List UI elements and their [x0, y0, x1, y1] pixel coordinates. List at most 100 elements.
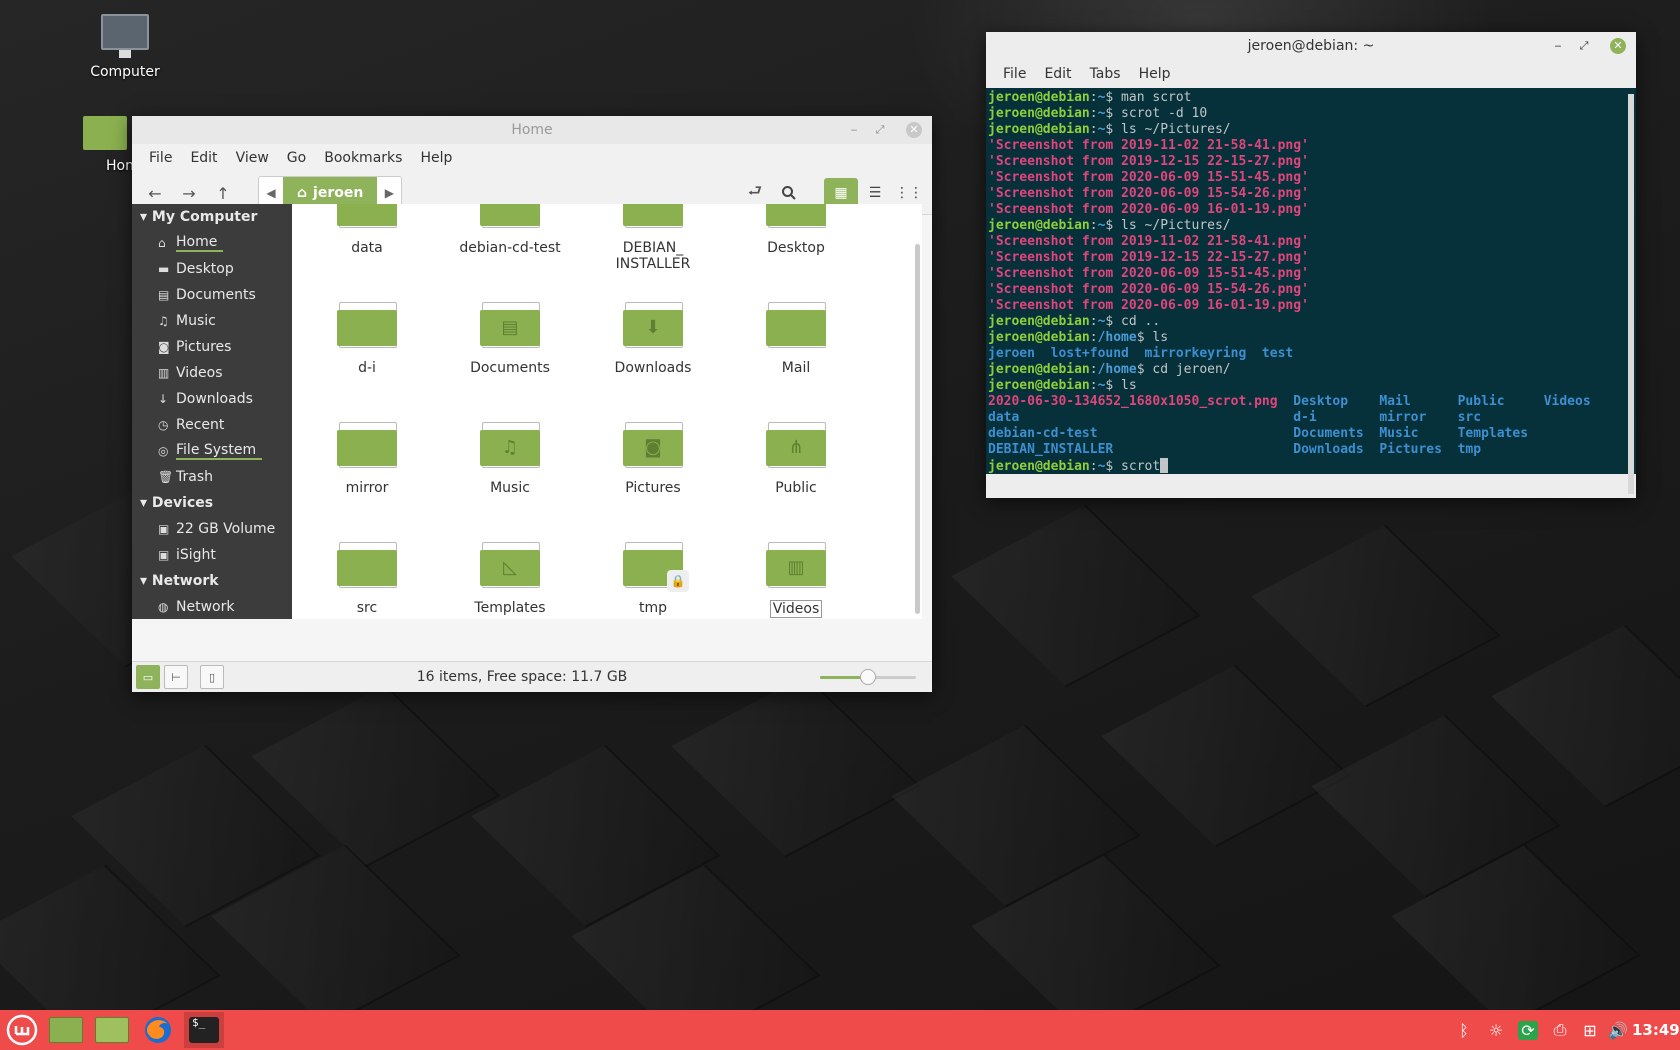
update-manager-button[interactable]: ☼	[1482, 1010, 1510, 1050]
sidebar-item-downloads[interactable]: ↓ Downloads	[132, 386, 292, 412]
sidebar-item-documents[interactable]: ▤ Documents	[132, 282, 292, 308]
home-folder-icon	[83, 116, 127, 150]
folder-icon	[623, 204, 683, 228]
file-item[interactable]: ▤ Documents	[440, 302, 580, 376]
maximize-button[interactable]: ⤢	[872, 122, 888, 138]
folder-icon: ▥	[766, 542, 826, 588]
file-item[interactable]: ▥ Videos	[726, 542, 866, 618]
file-item[interactable]: src	[297, 542, 437, 616]
sidebar-section-header[interactable]: ▾ My Computer	[132, 204, 292, 230]
show-tree-button[interactable]: ⊢	[164, 665, 188, 689]
file-item[interactable]: Mail	[726, 302, 866, 376]
network-button[interactable]: ⊞	[1576, 1010, 1604, 1050]
file-item[interactable]: Desktop	[726, 204, 866, 256]
terminal-launcher[interactable]: $_	[184, 1012, 224, 1048]
file-item[interactable]: ⬇ Downloads	[583, 302, 723, 376]
file-item[interactable]: d-i	[297, 302, 437, 376]
terminal-scrollbar[interactable]	[1628, 94, 1634, 494]
terminal-line: 'Screenshot from 2019-11-02 21-58-41.png…	[988, 234, 1634, 250]
menu-view[interactable]: View	[227, 150, 278, 166]
hide-sidebar-button[interactable]: ▯	[200, 665, 224, 689]
file-item[interactable]: DEBIAN_ INSTALLER	[583, 204, 723, 272]
sidebar-section-header[interactable]: ▾ Devices	[132, 490, 292, 516]
file-item[interactable]: ⋔ Public	[726, 422, 866, 496]
sidebar-item-network[interactable]: ◍ Network	[132, 594, 292, 619]
terminal-text: /home	[1097, 330, 1137, 345]
menu-go[interactable]: Go	[278, 150, 315, 166]
file-item[interactable]: 🔒 tmp	[583, 542, 723, 616]
path-left-button[interactable]: ◀	[259, 186, 283, 200]
menu-button[interactable]	[2, 1012, 42, 1048]
file-item[interactable]: ◺ Templates	[440, 542, 580, 616]
breadcrumb-label: jeroen	[313, 185, 364, 201]
file-view[interactable]: data debian-cd-test DEBIAN_ INSTALLER Deskt…	[292, 204, 922, 619]
sidebar-item-file-system[interactable]: ◎ File System	[132, 438, 292, 464]
clock[interactable]: 13:49	[1632, 1010, 1680, 1050]
maximize-button[interactable]: ⤢	[1576, 38, 1592, 54]
close-button[interactable]: ✕	[906, 122, 922, 138]
sidebar-item-22-gb-volume[interactable]: ▣ 22 GB Volume	[132, 516, 292, 542]
bluetooth-button[interactable]: ᛒ	[1450, 1010, 1478, 1050]
sidebar-section-header[interactable]: ▾ Network	[132, 568, 292, 594]
menu-tabs[interactable]: Tabs	[1081, 66, 1130, 82]
file-item[interactable]: ◙ Pictures	[583, 422, 723, 496]
sidebar-item-recent[interactable]: ◷ Recent	[132, 412, 292, 438]
file-item[interactable]: data	[297, 204, 437, 256]
terminal-window: jeroen@debian: ~ ‒ ⤢ ✕ File Edit Tabs Help …	[986, 32, 1636, 498]
search-icon	[782, 186, 796, 200]
menu-edit[interactable]: Edit	[181, 150, 226, 166]
sidebar-item-home[interactable]: ⌂ Home	[132, 230, 292, 256]
file-item-label: debian-cd-test	[459, 240, 561, 256]
terminal-text: DEBIAN_INSTALLER Downloads Pictures tmp	[988, 442, 1482, 457]
file-manager-launcher[interactable]	[92, 1012, 132, 1048]
minimize-button[interactable]: ‒	[846, 122, 862, 138]
sidebar-item-trash[interactable]: 🗑 Trash	[132, 464, 292, 490]
firefox-launcher[interactable]	[138, 1012, 178, 1048]
close-button[interactable]: ✕	[1610, 38, 1626, 54]
path-right-button[interactable]: ▶	[377, 186, 401, 200]
show-places-button[interactable]: ▭	[136, 665, 160, 689]
sidebar-item-videos[interactable]: ▥ Videos	[132, 360, 292, 386]
sidebar-item-desktop[interactable]: ▬ Desktop	[132, 256, 292, 282]
desktop-home-shortcut[interactable]: Hon	[70, 116, 140, 174]
window-titlebar[interactable]: jeroen@debian: ~ ‒ ⤢ ✕	[986, 32, 1636, 60]
minimize-button[interactable]: ‒	[1550, 38, 1566, 54]
volume-button[interactable]: 🔊	[1604, 1010, 1632, 1050]
file-item[interactable]: ♫ Music	[440, 422, 580, 496]
text-cursor	[1160, 458, 1169, 473]
terminal-output[interactable]: jeroen@debian:~$ man scrot jeroen@debian:…	[986, 88, 1636, 474]
folder-icon: ◙	[623, 422, 683, 468]
file-item[interactable]: debian-cd-test	[440, 204, 580, 256]
terminal-text: 'Screenshot from 2020-06-09 16-01-19.png…	[988, 298, 1309, 313]
recent-icon: ◷	[158, 418, 169, 432]
menu-edit[interactable]: Edit	[1035, 66, 1080, 82]
sidebar-item-pictures[interactable]: ◙ Pictures	[132, 334, 292, 360]
location-entry-icon: ⮐	[747, 180, 763, 200]
menu-file[interactable]: File	[994, 66, 1035, 82]
file-item[interactable]: mirror	[297, 422, 437, 496]
menu-file[interactable]: File	[140, 150, 181, 166]
sidebar-item-isight[interactable]: ▣ iSight	[132, 542, 292, 568]
zoom-slider[interactable]	[820, 667, 916, 687]
printer-button[interactable]: ⎙	[1546, 1010, 1574, 1050]
sidebar-item-label: Recent	[176, 417, 225, 433]
zoom-slider-handle[interactable]	[860, 669, 876, 685]
sidebar-item-music[interactable]: ♫ Music	[132, 308, 292, 334]
menu-help[interactable]: Help	[1130, 66, 1180, 82]
window-titlebar[interactable]: Home ‒ ⤢ ✕	[132, 116, 932, 144]
documents-icon: ▤	[158, 288, 170, 302]
folder-icon: ⋔	[766, 422, 826, 468]
menu-bookmarks[interactable]: Bookmarks	[315, 150, 411, 166]
file-item-label: Music	[490, 480, 530, 496]
terminal-text: :	[1089, 330, 1098, 345]
folder-icon: ⬇	[623, 302, 683, 348]
sidebar-section-label: My Computer	[151, 209, 258, 225]
menu-help[interactable]: Help	[411, 150, 461, 166]
vertical-scrollbar[interactable]	[915, 244, 920, 614]
terminal-text: jeroen@debian	[988, 330, 1090, 345]
terminal-line: 'Screenshot from 2020-06-09 15-54-26.png…	[988, 186, 1634, 202]
desktop-computer-shortcut[interactable]: Computer	[70, 14, 180, 80]
terminal-text: $ man scrot	[1105, 90, 1192, 105]
show-desktop-button[interactable]	[46, 1012, 86, 1048]
sync-button[interactable]: ⟳	[1514, 1010, 1542, 1050]
